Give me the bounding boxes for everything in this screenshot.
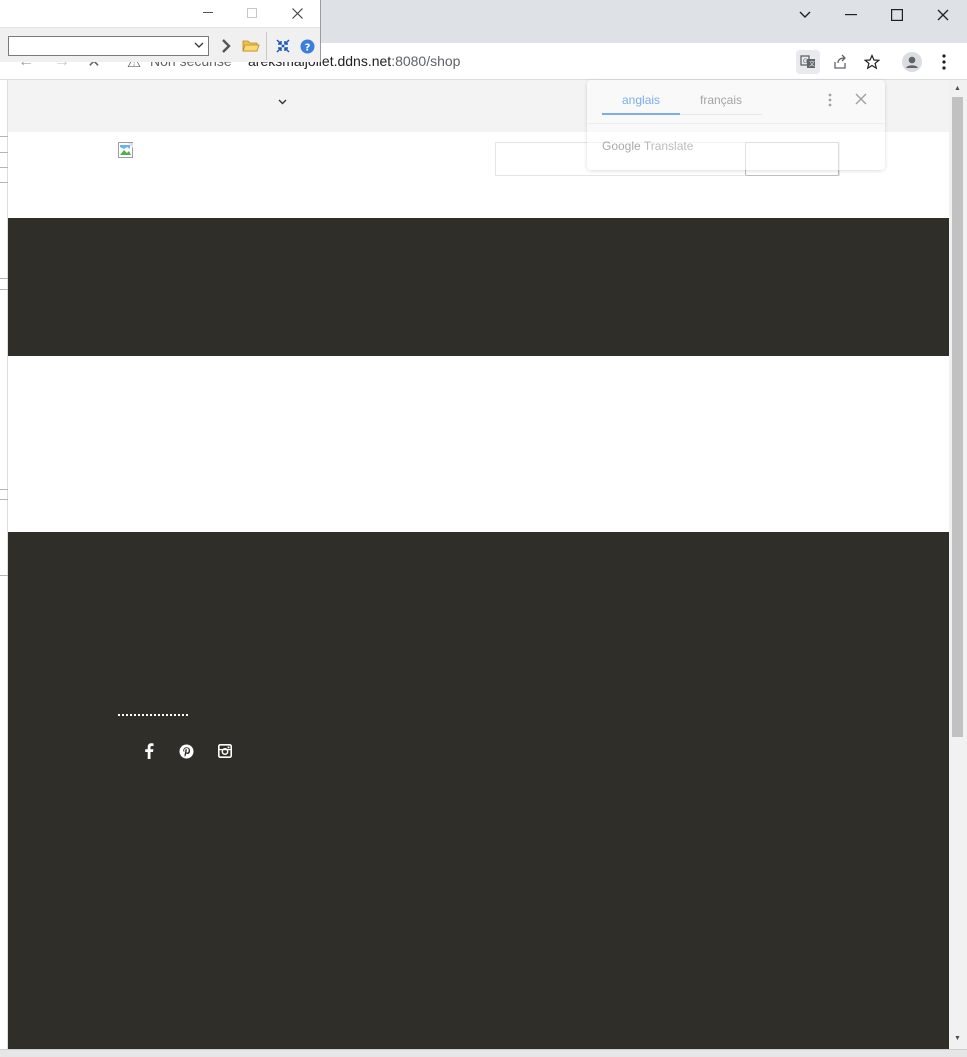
svg-text:?: ? xyxy=(304,42,310,53)
chevron-down-icon xyxy=(194,42,204,48)
active-tab-underline xyxy=(602,113,680,115)
close-translate-icon[interactable] xyxy=(855,93,867,108)
edge-tick xyxy=(0,575,8,576)
menu-kebab-icon[interactable] xyxy=(932,50,956,74)
edge-tick xyxy=(0,136,8,137)
edge-tick xyxy=(0,499,8,500)
site-footer xyxy=(8,532,949,1049)
google-translate-brand: Google Translate xyxy=(602,139,693,153)
edge-tick xyxy=(0,289,8,290)
window-bottom-edge xyxy=(0,1049,967,1057)
maximize-icon[interactable] xyxy=(874,0,920,30)
instagram-icon[interactable] xyxy=(216,742,234,760)
brand-google: Google xyxy=(602,139,641,153)
share-icon[interactable] xyxy=(828,50,852,74)
broken-logo-image-icon[interactable] xyxy=(118,142,135,159)
svg-text:文: 文 xyxy=(809,60,815,68)
scroll-down-arrow-icon[interactable]: ▼ xyxy=(954,1035,961,1042)
profile-avatar-icon[interactable] xyxy=(900,50,924,74)
left-window-edge xyxy=(0,80,8,1049)
overlay-dropdown[interactable] xyxy=(8,36,209,56)
brand-translate: Translate xyxy=(643,139,694,153)
edge-tick xyxy=(0,182,8,183)
svg-text:G: G xyxy=(803,58,808,65)
overlay-titlebar xyxy=(0,0,320,27)
footer-divider xyxy=(118,714,188,716)
translate-popup: anglais français Google Translate xyxy=(587,80,885,170)
pinterest-icon[interactable] xyxy=(177,742,195,760)
tab-underline xyxy=(680,114,762,115)
overlay-minimize-icon[interactable] xyxy=(186,2,230,24)
translate-icon[interactable]: G文 xyxy=(796,50,820,74)
translate-tab-target[interactable]: français xyxy=(700,93,742,107)
open-folder-icon[interactable] xyxy=(241,36,261,56)
help-icon[interactable]: ? xyxy=(297,36,317,56)
white-content-section xyxy=(8,356,949,532)
edge-tick xyxy=(0,167,8,168)
go-arrow-icon[interactable] xyxy=(216,36,236,56)
popup-separator xyxy=(587,123,885,124)
dark-banner-section xyxy=(8,218,949,356)
close-window-icon[interactable] xyxy=(920,0,966,30)
edge-tick xyxy=(0,489,8,490)
overlay-maximize-icon[interactable] xyxy=(230,2,274,24)
web-page xyxy=(8,80,949,1049)
chevron-down-icon[interactable] xyxy=(278,96,287,108)
edge-tick xyxy=(0,278,8,279)
minimize-icon[interactable] xyxy=(828,0,874,30)
collapse-arrows-icon[interactable] xyxy=(273,36,293,56)
toolbar-divider xyxy=(266,32,267,60)
edge-tick xyxy=(0,152,8,153)
url-path: :8080/shop xyxy=(391,53,461,69)
overlay-toolbar: ? xyxy=(0,27,320,62)
translate-tab-source[interactable]: anglais xyxy=(622,93,660,107)
tab-search-icon[interactable] xyxy=(782,0,828,30)
facebook-icon[interactable] xyxy=(140,742,158,760)
overlay-tool-window: ? xyxy=(0,0,321,62)
scroll-up-arrow-icon[interactable]: ▲ xyxy=(954,85,961,92)
overlay-close-icon[interactable] xyxy=(275,2,319,24)
bookmark-star-icon[interactable] xyxy=(860,50,884,74)
translate-options-icon[interactable] xyxy=(828,93,832,110)
scrollbar-thumb[interactable] xyxy=(952,97,963,737)
